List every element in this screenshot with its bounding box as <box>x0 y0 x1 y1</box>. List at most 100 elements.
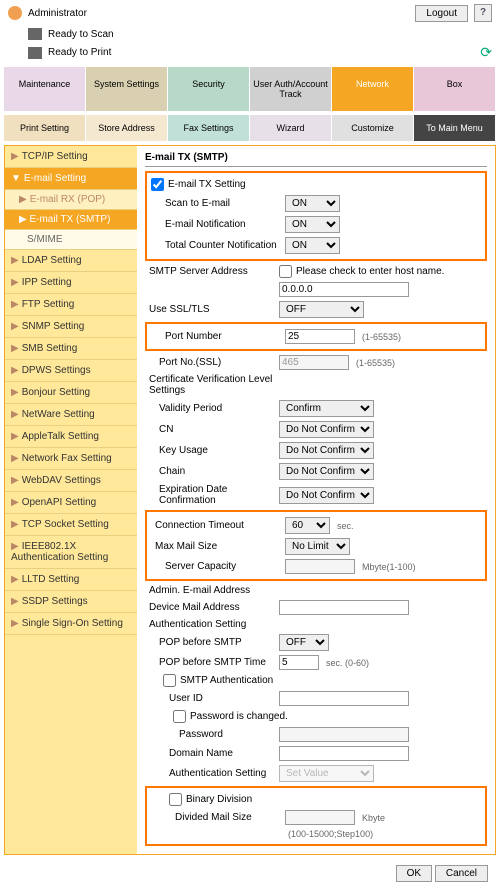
printer-icon <box>28 47 42 59</box>
pwd-label: Password <box>145 729 275 740</box>
divsize-input <box>285 810 355 825</box>
divsize-range: (100-15000;Step100) <box>288 829 373 839</box>
domain-input[interactable] <box>279 746 409 761</box>
sidebar-ssdp[interactable]: ▶SSDP Settings <box>5 591 137 613</box>
tab-fax-settings[interactable]: Fax Settings <box>168 115 250 141</box>
scanner-icon <box>28 28 42 40</box>
email-notif-select[interactable]: ON <box>285 216 340 233</box>
sidebar-ldap[interactable]: ▶LDAP Setting <box>5 250 137 272</box>
sidebar-openapi[interactable]: ▶OpenAPI Setting <box>5 492 137 514</box>
tab-security[interactable]: Security <box>168 67 250 111</box>
smtpauth-label: SMTP Authentication <box>180 675 273 686</box>
popsmtp-select[interactable]: OFF <box>279 634 329 651</box>
hostname-checkbox[interactable] <box>279 265 292 278</box>
maxmail-select[interactable]: No Limit <box>285 538 350 555</box>
sidebar-ipp[interactable]: ▶IPP Setting <box>5 272 137 294</box>
smtp-addr-input[interactable] <box>279 282 409 297</box>
domain-label: Domain Name <box>145 748 275 759</box>
email-notif-label: E-mail Notification <box>151 219 281 230</box>
pwd-input <box>279 727 409 742</box>
tab-customize[interactable]: Customize <box>332 115 414 141</box>
expire-label: Expiration Date Confirmation <box>145 484 275 506</box>
sidebar-dpws[interactable]: ▶DPWS Settings <box>5 360 137 382</box>
logout-button[interactable]: Logout <box>415 5 468 22</box>
sidebar-email-rx[interactable]: ▶E-mail RX (POP) <box>5 190 137 210</box>
sidebar-email[interactable]: ▼E-mail Setting <box>5 168 137 190</box>
print-status: Ready to Print <box>48 47 111 58</box>
help-icon[interactable]: ? <box>474 4 492 22</box>
refresh-icon[interactable]: ⟳ <box>480 44 492 61</box>
pwdchg-checkbox[interactable] <box>173 710 186 723</box>
sidebar-bonjour[interactable]: ▶Bonjour Setting <box>5 382 137 404</box>
sidebar-smime[interactable]: S/MIME <box>5 230 137 250</box>
keyusage-label: Key Usage <box>145 445 275 456</box>
poptime-input[interactable] <box>279 655 319 670</box>
tab-main-menu[interactable]: To Main Menu <box>414 115 496 141</box>
tab-maintenance[interactable]: Maintenance <box>4 67 86 111</box>
authset-label: Authentication Setting <box>145 768 275 779</box>
cn-select[interactable]: Do Not Confirm <box>279 421 374 438</box>
scan-email-select[interactable]: ON <box>285 195 340 212</box>
cancel-button[interactable]: Cancel <box>435 865 488 882</box>
page-title: E-mail TX (SMTP) <box>145 152 487 167</box>
sidebar-email-tx[interactable]: ▶ E-mail TX (SMTP) <box>5 210 137 230</box>
chain-select[interactable]: Do Not Confirm <box>279 463 374 480</box>
scan-email-label: Scan to E-mail <box>151 198 281 209</box>
expire-select[interactable]: Do Not Confirm <box>279 487 374 504</box>
timeout-label: Connection Timeout <box>151 520 281 531</box>
sidebar-lltd[interactable]: ▶LLTD Setting <box>5 569 137 591</box>
portssl-range: (1-65535) <box>356 358 395 368</box>
popsmtp-label: POP before SMTP <box>145 637 275 648</box>
userid-input[interactable] <box>279 691 409 706</box>
sidebar-tcpip[interactable]: ▶TCP/IP Setting <box>5 146 137 168</box>
port-input[interactable] <box>285 329 355 344</box>
sidebar-smb[interactable]: ▶SMB Setting <box>5 338 137 360</box>
smtpauth-checkbox[interactable] <box>163 674 176 687</box>
devaddr-label: Device Mail Address <box>145 602 275 613</box>
tab-network[interactable]: Network <box>332 67 414 111</box>
scan-status: Ready to Scan <box>48 29 114 40</box>
portssl-label: Port No.(SSL) <box>145 357 275 368</box>
port-label: Port Number <box>151 331 281 342</box>
sidebar-netware[interactable]: ▶NetWare Setting <box>5 404 137 426</box>
hostname-label: Please check to enter host name. <box>296 266 444 277</box>
counter-notif-select[interactable]: ON <box>285 237 340 254</box>
binary-checkbox[interactable] <box>169 793 182 806</box>
userid-label: User ID <box>145 693 275 704</box>
auth-label: Authentication Setting <box>145 619 275 630</box>
counter-notif-label: Total Counter Notification <box>151 240 281 251</box>
authset-select: Set Value <box>279 765 374 782</box>
timeout-select[interactable]: 60 <box>285 517 330 534</box>
tab-system[interactable]: System Settings <box>86 67 168 111</box>
admin-label: Administrator <box>28 8 87 19</box>
sidebar-appletalk[interactable]: ▶AppleTalk Setting <box>5 426 137 448</box>
tab-store-address[interactable]: Store Address <box>86 115 168 141</box>
divsize-label: Divided Mail Size <box>151 812 281 823</box>
chain-label: Chain <box>145 466 275 477</box>
maxmail-label: Max Mail Size <box>151 541 281 552</box>
sidebar-webdav[interactable]: ▶WebDAV Settings <box>5 470 137 492</box>
cn-label: CN <box>145 424 275 435</box>
sidebar-snmp[interactable]: ▶SNMP Setting <box>5 316 137 338</box>
sidebar-tcpsocket[interactable]: ▶TCP Socket Setting <box>5 514 137 536</box>
ok-button[interactable]: OK <box>396 865 432 882</box>
ssl-label: Use SSL/TLS <box>145 304 275 315</box>
binary-label: Binary Division <box>186 794 252 805</box>
portssl-input <box>279 355 349 370</box>
ssl-select[interactable]: OFF <box>279 301 364 318</box>
sidebar-ieee8021x[interactable]: ▶IEEE802.1X Authentication Setting <box>5 536 137 569</box>
sidebar-ftp[interactable]: ▶FTP Setting <box>5 294 137 316</box>
email-tx-checkbox[interactable] <box>151 178 164 191</box>
devaddr-input[interactable] <box>279 600 409 615</box>
tab-user-auth[interactable]: User Auth/Account Track <box>250 67 332 111</box>
pwdchg-label: Password is changed. <box>190 711 288 722</box>
sidebar-netfax[interactable]: ▶Network Fax Setting <box>5 448 137 470</box>
validity-select[interactable]: Confirm <box>279 400 374 417</box>
smtp-addr-label: SMTP Server Address <box>145 266 275 277</box>
tab-box[interactable]: Box <box>414 67 496 111</box>
sidebar-sso[interactable]: ▶Single Sign-On Setting <box>5 613 137 635</box>
tab-wizard[interactable]: Wizard <box>250 115 332 141</box>
tab-print-setting[interactable]: Print Setting <box>4 115 86 141</box>
keyusage-select[interactable]: Do Not Confirm <box>279 442 374 459</box>
sidebar: ▶TCP/IP Setting ▼E-mail Setting ▶E-mail … <box>5 146 137 854</box>
